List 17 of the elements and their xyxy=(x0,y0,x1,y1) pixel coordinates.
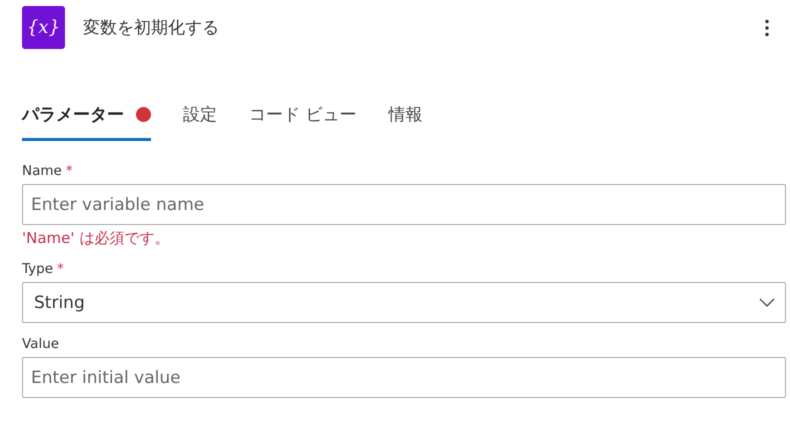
tab[interactable]: 情報 xyxy=(388,97,422,141)
tab[interactable]: パラメーター xyxy=(22,97,151,141)
variable-icon: {x} xyxy=(22,6,65,49)
tab[interactable]: 設定 xyxy=(183,97,217,141)
field-label: Name xyxy=(22,163,62,179)
input-field[interactable]: Enter initial value xyxy=(22,357,786,398)
required-mark: * xyxy=(66,163,73,179)
required-mark: * xyxy=(57,261,64,277)
action-title: 変数を初期化する xyxy=(83,17,220,39)
field-label: Value xyxy=(22,336,60,352)
field-label: Type xyxy=(22,261,54,277)
more-options-icon[interactable] xyxy=(764,18,770,36)
chevron-down-icon xyxy=(759,298,775,307)
tab[interactable]: コード ビュー xyxy=(249,97,356,141)
error-message: 'Name' は必須です。 xyxy=(22,229,170,248)
type-dropdown[interactable]: String xyxy=(22,282,786,323)
input-field[interactable]: Enter variable name xyxy=(22,184,786,225)
